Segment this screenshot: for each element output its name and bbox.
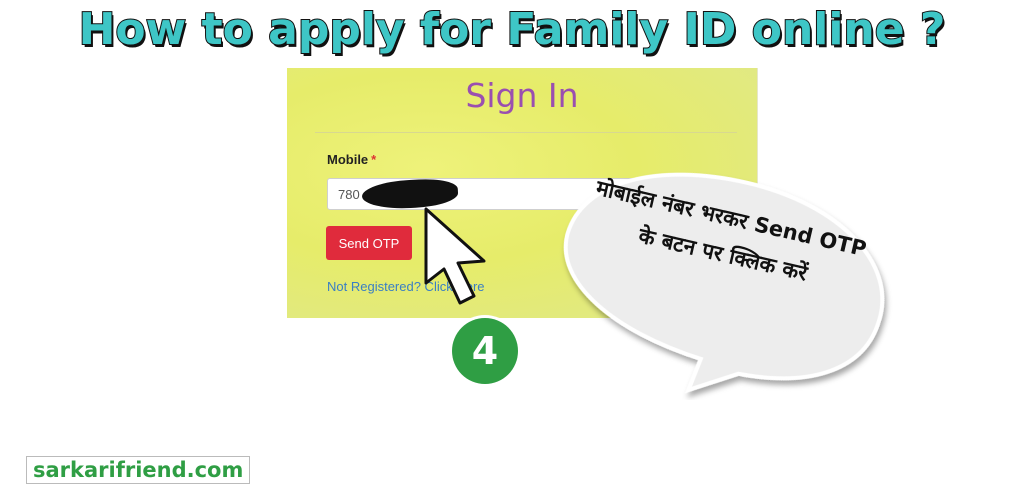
send-otp-button[interactable]: Send OTP (326, 226, 412, 260)
title-divider (315, 132, 737, 133)
signin-title: Sign In (465, 76, 579, 115)
mobile-label: Mobile * (327, 152, 376, 167)
step-number-badge: 4 (452, 318, 518, 384)
cursor-arrow-icon (424, 207, 486, 305)
mobile-label-text: Mobile (327, 152, 369, 167)
required-marker: * (371, 152, 377, 167)
site-watermark: sarkarifriend.com (26, 456, 251, 484)
article-headline: How to apply for Family ID online ? (78, 3, 947, 56)
